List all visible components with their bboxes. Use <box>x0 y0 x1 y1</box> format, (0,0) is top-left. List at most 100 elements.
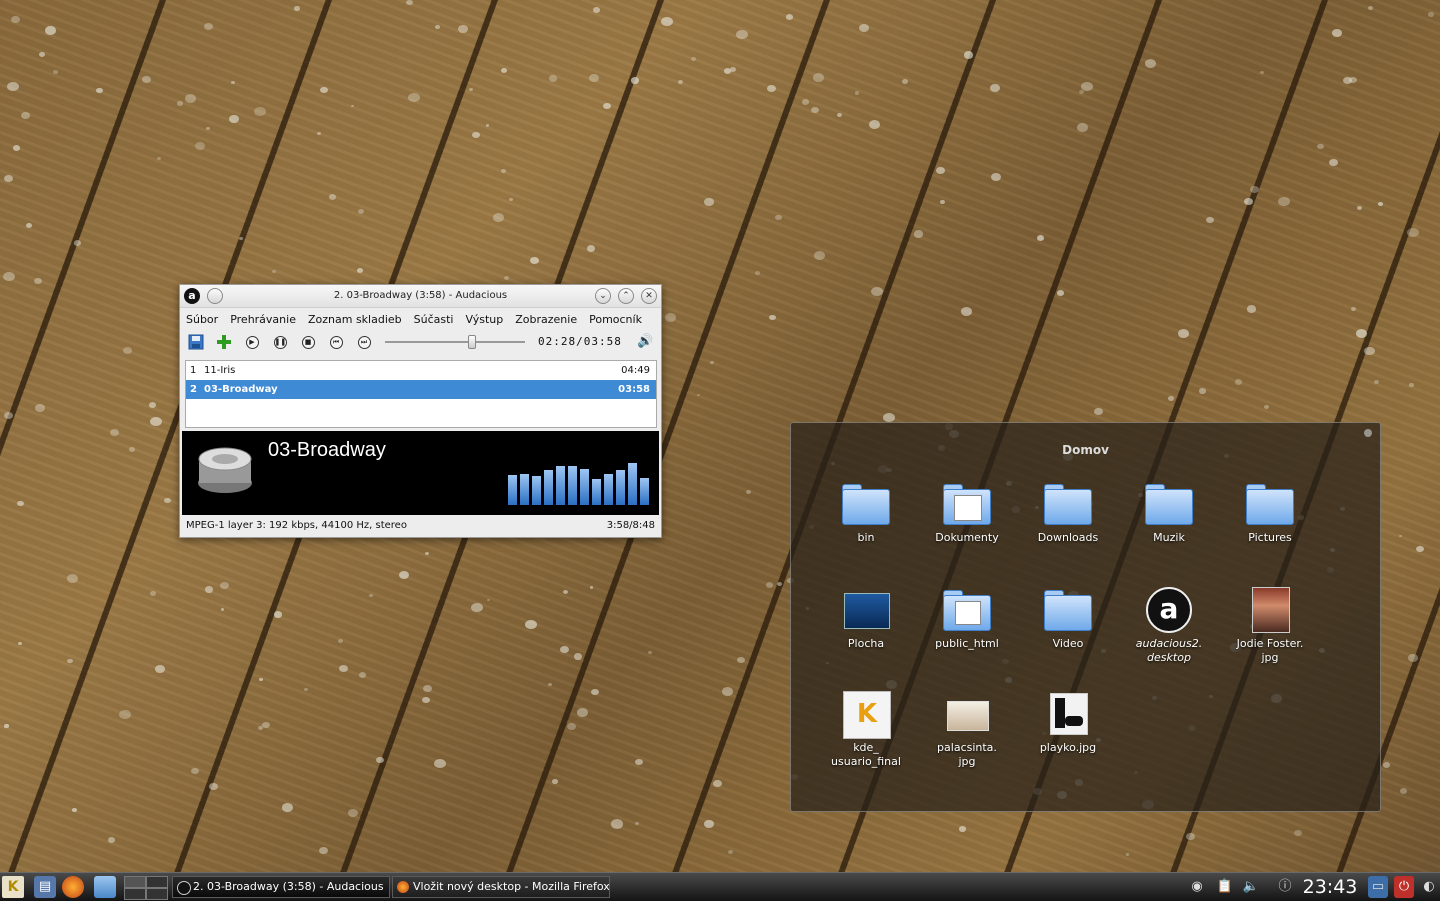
info-icon[interactable]: ⓘ <box>1276 876 1294 898</box>
audacious-launcher-icon: a <box>1145 587 1193 633</box>
now-playing-panel: 03-Broadway <box>182 431 659 515</box>
folder-public-html[interactable]: public_html <box>917 587 1017 651</box>
next-icon: ⏭ <box>357 335 371 349</box>
folder-icon <box>1044 587 1092 633</box>
seek-slider[interactable] <box>385 335 525 349</box>
visualizer-bar <box>592 479 601 505</box>
play-button[interactable]: ▶ <box>244 334 260 350</box>
web-folder-icon <box>943 587 991 633</box>
track-duration: 03:58 <box>618 384 650 395</box>
audacious-window[interactable]: a 2. 03-Broadway (3:58) - Audacious ⌄ ⌃ … <box>179 284 662 538</box>
folder-video[interactable]: Video <box>1018 587 1118 651</box>
folder-bin[interactable]: bin <box>816 481 916 545</box>
total-time: 3:58/8:48 <box>606 519 655 531</box>
menu-subor[interactable]: Súbor <box>186 313 218 326</box>
show-desktop-icon[interactable]: ▤ <box>34 876 56 898</box>
network-icon[interactable]: ◉ <box>1188 876 1206 898</box>
next-button[interactable]: ⏭ <box>356 334 372 350</box>
file-audacious-desktop[interactable]: a audacious2. desktop <box>1119 587 1219 665</box>
file-kde-usuario-final[interactable]: K kde_ usuario_final <box>816 691 916 769</box>
menu-zoznam-skladieb[interactable]: Zoznam skladieb <box>308 313 402 326</box>
item-label: playko.jpg <box>1039 741 1097 754</box>
visualizer-bar <box>628 463 637 505</box>
menubar: Súbor Prehrávanie Zoznam skladieb Súčast… <box>180 308 661 330</box>
lock-screen-icon[interactable]: ▭ <box>1368 876 1388 898</box>
widget-handle-icon[interactable] <box>1364 429 1372 437</box>
folder-icon <box>1044 481 1092 527</box>
status-bar: MPEG-1 layer 3: 192 kbps, 44100 Hz, ster… <box>186 517 655 533</box>
kickoff-menu-icon[interactable]: K <box>2 876 24 898</box>
volume-icon[interactable]: 🔊 <box>637 334 653 349</box>
track-title: 03-Broadway <box>204 384 278 395</box>
visualizer-bar <box>568 466 577 505</box>
file-jodie-foster[interactable]: Jodie Foster. jpg <box>1220 587 1320 665</box>
minimize-icon[interactable]: ⌄ <box>595 288 611 304</box>
add-files-button[interactable] <box>216 334 232 350</box>
window-title: 2. 03-Broadway (3:58) - Audacious <box>333 290 508 301</box>
playlist-row[interactable]: 1 11-Iris 04:49 <box>186 361 656 380</box>
folder-pictures[interactable]: Pictures <box>1220 481 1320 545</box>
visualizer-bar <box>556 466 565 505</box>
speaker-icon <box>198 447 252 493</box>
item-label: Muzik <box>1153 531 1185 544</box>
desktop-folder-icon <box>842 587 890 633</box>
menu-sucasti[interactable]: Súčasti <box>414 313 454 326</box>
menu-pomocnik[interactable]: Pomocník <box>589 313 642 326</box>
image-thumbnail-icon <box>943 691 991 737</box>
stop-icon: ■ <box>301 335 315 349</box>
panel-toolbox-icon[interactable]: ◐ <box>1420 876 1438 898</box>
seek-slider-handle[interactable] <box>467 335 476 349</box>
visualizer-bar <box>616 470 625 505</box>
pager[interactable] <box>124 876 168 900</box>
track-title: 11-Iris <box>204 365 236 376</box>
save-playlist-button[interactable] <box>188 334 204 350</box>
item-label: Pictures <box>1248 531 1292 544</box>
firefox-icon[interactable] <box>62 876 84 898</box>
window-titlebar[interactable]: a 2. 03-Broadway (3:58) - Audacious ⌄ ⌃ … <box>180 285 661 308</box>
folder-muzik[interactable]: Muzik <box>1119 481 1219 545</box>
item-label: palacsinta. jpg <box>937 741 997 768</box>
taskbar-panel: K ▤ 2. 03-Broadway (3:58) - Audacious Vl… <box>0 872 1440 901</box>
maximize-icon[interactable]: ⌃ <box>618 288 634 304</box>
file-playko[interactable]: playko.jpg <box>1018 691 1118 755</box>
file-palacsinta[interactable]: palacsinta. jpg <box>917 691 1017 769</box>
logout-icon[interactable]: ⏻ <box>1394 876 1414 898</box>
menu-zobrazenie[interactable]: Zobrazenie <box>515 313 577 326</box>
task-firefox[interactable]: Vložit nový desktop - Mozilla Firefox <box>392 876 610 898</box>
kde-logo-icon: K <box>842 691 891 739</box>
visualizer-bar <box>520 474 529 505</box>
folder-dokumenty[interactable]: Dokumenty <box>917 481 1017 545</box>
audacious-icon <box>177 881 191 895</box>
stream-info: MPEG-1 layer 3: 192 kbps, 44100 Hz, ster… <box>186 519 407 531</box>
folder-icon <box>1145 481 1193 527</box>
track-number: 1 <box>190 365 197 376</box>
visualizer-bar <box>508 475 517 505</box>
task-audacious[interactable]: 2. 03-Broadway (3:58) - Audacious <box>172 876 390 898</box>
folder-plocha[interactable]: Plocha <box>816 587 916 651</box>
clock[interactable]: 23:43 <box>1300 876 1360 898</box>
stop-button[interactable]: ■ <box>300 334 316 350</box>
play-icon: ▶ <box>245 335 259 349</box>
documents-folder-icon <box>943 481 991 527</box>
file-manager-icon[interactable] <box>94 876 116 898</box>
image-thumbnail-icon <box>1044 691 1092 737</box>
item-label: audacious2. desktop <box>1135 637 1203 664</box>
playlist[interactable]: 1 11-Iris 04:49 2 03-Broadway 03:58 <box>185 360 657 428</box>
now-playing-title: 03-Broadway <box>268 439 386 461</box>
folder-icon <box>842 481 890 527</box>
item-label: Downloads <box>1037 531 1099 544</box>
playlist-row-selected[interactable]: 2 03-Broadway 03:58 <box>186 380 656 399</box>
item-label: public_html <box>935 637 999 650</box>
track-duration: 04:49 <box>621 365 650 376</box>
clipboard-icon[interactable]: 📋 <box>1216 876 1234 898</box>
close-icon[interactable]: ✕ <box>641 288 657 304</box>
pause-button[interactable]: ❚❚ <box>272 334 288 350</box>
menu-vystup[interactable]: Výstup <box>465 313 503 326</box>
folder-downloads[interactable]: Downloads <box>1018 481 1118 545</box>
menu-prehravanie[interactable]: Prehrávanie <box>230 313 296 326</box>
volume-tray-icon[interactable]: 🔈 <box>1242 876 1260 898</box>
previous-button[interactable]: ⏮ <box>328 334 344 350</box>
item-label: Plocha <box>847 637 885 650</box>
visualizer-bar <box>604 474 613 505</box>
folderview-widget[interactable]: Domov bin Dokumenty Downloads Muzik Pict… <box>790 422 1381 812</box>
